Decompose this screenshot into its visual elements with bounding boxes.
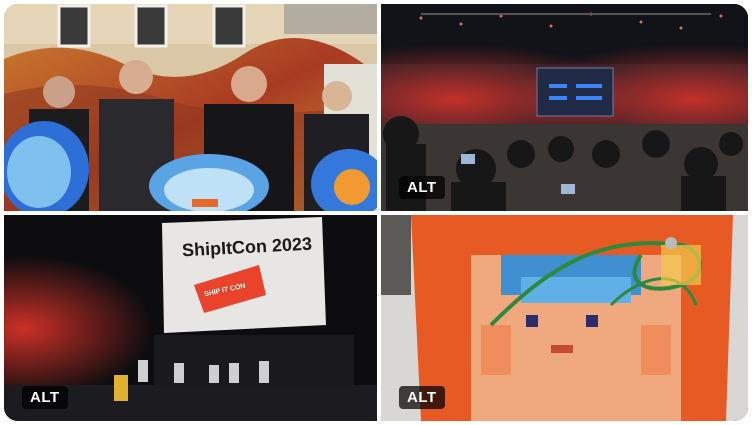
media-tile-stage-photo[interactable]: ShipItCon 2023 SHIP IT CON ALT [4,215,377,421]
media-tile-team-photo[interactable] [4,4,377,211]
media-grid: ALT ShipItCon 2023 SHIP IT CON ALT ALT [4,4,748,421]
alt-badge-card[interactable]: ALT [399,386,445,409]
media-tile-card-photo[interactable]: ALT [381,215,748,421]
team-photo-image [4,4,377,211]
alt-badge-audience[interactable]: ALT [399,176,445,199]
alt-badge-stage[interactable]: ALT [22,386,68,409]
media-tile-audience-photo[interactable]: ALT [381,4,748,211]
